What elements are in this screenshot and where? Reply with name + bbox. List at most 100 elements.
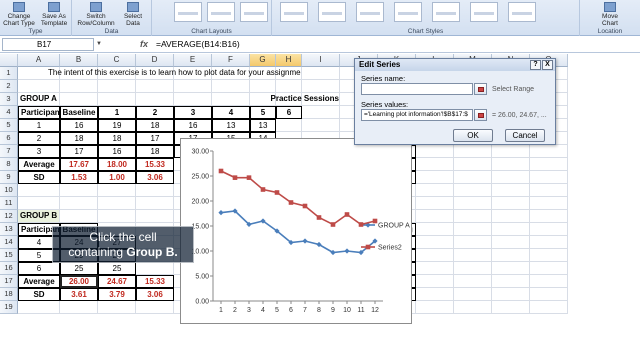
cell[interactable] <box>60 210 98 223</box>
cell[interactable] <box>492 288 530 301</box>
practice-sessions-header[interactable]: Practice Sessions <box>136 93 340 106</box>
cell[interactable] <box>416 158 454 171</box>
cell[interactable] <box>136 262 174 275</box>
cell[interactable] <box>98 184 136 197</box>
cell[interactable] <box>60 197 98 210</box>
style-thumb[interactable] <box>432 2 460 22</box>
cell[interactable] <box>98 301 136 314</box>
cell[interactable] <box>530 236 568 249</box>
cell[interactable] <box>454 236 492 249</box>
row-header[interactable]: 7 <box>0 145 18 158</box>
cell[interactable] <box>454 158 492 171</box>
group-a-label[interactable]: GROUP A <box>18 93 60 106</box>
column-header[interactable]: C <box>98 54 136 67</box>
cell[interactable] <box>530 184 568 197</box>
cell[interactable] <box>212 80 250 93</box>
data-cell[interactable]: 18 <box>136 145 174 158</box>
column-header[interactable]: A <box>18 54 60 67</box>
cell[interactable] <box>454 210 492 223</box>
cell[interactable] <box>454 145 492 158</box>
cell[interactable] <box>416 184 454 197</box>
cell[interactable] <box>60 301 98 314</box>
cell[interactable] <box>492 301 530 314</box>
column-header[interactable]: E <box>174 54 212 67</box>
layout-thumb[interactable] <box>174 2 202 22</box>
cell[interactable] <box>416 210 454 223</box>
switch-row-column-button[interactable]: Switch Row/Column <box>76 2 116 27</box>
chevron-down-icon[interactable]: ▼ <box>96 41 102 47</box>
sd-value[interactable]: 3.06 <box>136 288 174 301</box>
save-as-template-button[interactable]: Save As Template <box>37 2 71 27</box>
cell[interactable] <box>492 223 530 236</box>
row-header[interactable]: 3 <box>0 93 18 106</box>
cell[interactable] <box>60 184 98 197</box>
sd-value[interactable]: 3.61 <box>60 288 98 301</box>
data-cell[interactable]: 25 <box>98 262 136 275</box>
cell[interactable] <box>302 119 340 132</box>
cell[interactable] <box>416 197 454 210</box>
ok-button[interactable]: OK <box>453 129 493 142</box>
cell[interactable] <box>492 145 530 158</box>
cell[interactable] <box>530 249 568 262</box>
participant-header[interactable]: Participant <box>18 106 60 119</box>
data-cell[interactable]: 18 <box>136 119 174 132</box>
sd-value[interactable]: 1.00 <box>98 171 136 184</box>
cell[interactable] <box>530 275 568 288</box>
data-cell[interactable]: 17 <box>60 145 98 158</box>
column-header[interactable]: H <box>276 54 302 67</box>
cell[interactable] <box>416 262 454 275</box>
cell[interactable] <box>60 93 98 106</box>
cell[interactable] <box>454 262 492 275</box>
move-chart-button[interactable]: Move Chart <box>588 2 632 27</box>
close-icon[interactable]: X <box>542 60 553 70</box>
sd-label[interactable]: SD <box>18 288 60 301</box>
cell[interactable] <box>416 236 454 249</box>
row-header[interactable]: 2 <box>0 80 18 93</box>
cell[interactable] <box>302 106 340 119</box>
series-values-input[interactable]: ='Learning plot information'!$B$17:$ <box>361 109 473 121</box>
average-value[interactable]: 24.67 <box>98 275 136 288</box>
cell[interactable] <box>136 184 174 197</box>
cell[interactable] <box>18 301 60 314</box>
cell[interactable] <box>302 67 340 80</box>
sd-label[interactable]: SD <box>18 171 60 184</box>
cell[interactable] <box>454 275 492 288</box>
column-header[interactable]: B <box>60 54 98 67</box>
data-cell[interactable]: 18 <box>98 132 136 145</box>
series-name-input[interactable] <box>361 83 473 95</box>
data-cell[interactable]: 16 <box>60 119 98 132</box>
select-data-button[interactable]: Select Data <box>116 2 150 27</box>
session-header[interactable]: 1 <box>98 106 136 119</box>
cell[interactable] <box>416 301 454 314</box>
cell[interactable] <box>454 171 492 184</box>
cell[interactable] <box>136 301 174 314</box>
style-thumb[interactable] <box>394 2 422 22</box>
sd-value[interactable]: 1.53 <box>60 171 98 184</box>
cell[interactable] <box>492 197 530 210</box>
cell[interactable] <box>492 275 530 288</box>
session-header[interactable]: 5 <box>250 106 276 119</box>
cell[interactable] <box>492 171 530 184</box>
cell[interactable] <box>98 93 136 106</box>
average-value[interactable]: 17.67 <box>60 158 98 171</box>
cell[interactable] <box>60 80 98 93</box>
help-icon[interactable]: ? <box>530 60 541 70</box>
style-thumb[interactable] <box>318 2 346 22</box>
cell[interactable] <box>416 249 454 262</box>
cell[interactable] <box>454 301 492 314</box>
change-chart-type-button[interactable]: Change Chart Type <box>2 2 36 27</box>
cell[interactable] <box>454 184 492 197</box>
data-cell[interactable]: 25 <box>60 262 98 275</box>
cell[interactable] <box>416 171 454 184</box>
cell[interactable] <box>98 197 136 210</box>
average-label[interactable]: Average <box>18 158 60 171</box>
cell[interactable] <box>98 210 136 223</box>
cell[interactable] <box>492 210 530 223</box>
cancel-button[interactable]: Cancel <box>505 129 545 142</box>
cell[interactable] <box>530 210 568 223</box>
cell[interactable] <box>136 197 174 210</box>
cell[interactable] <box>454 249 492 262</box>
cell[interactable] <box>18 80 60 93</box>
sd-value[interactable]: 3.79 <box>98 288 136 301</box>
cell[interactable] <box>416 145 454 158</box>
